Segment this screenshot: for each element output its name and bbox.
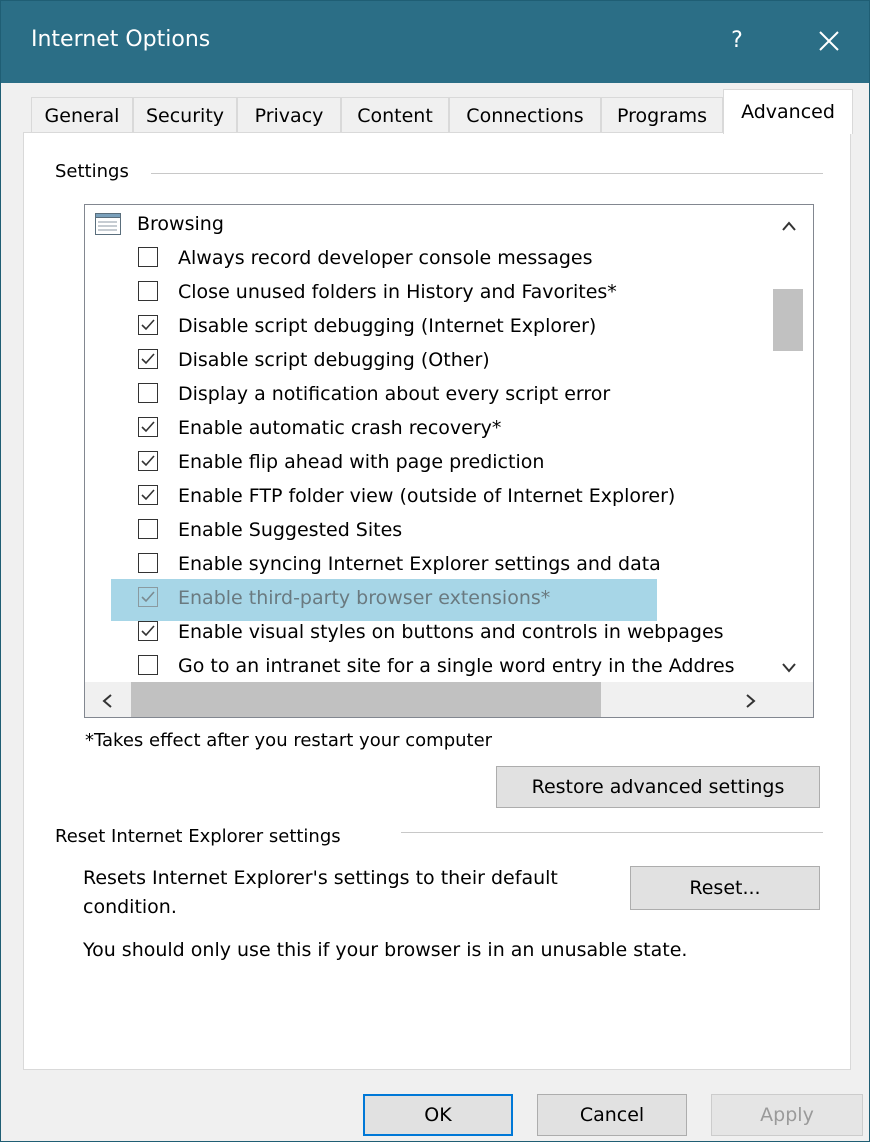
vertical-scroll-thumb[interactable]: [773, 289, 803, 351]
setting-checkbox[interactable]: [138, 315, 158, 335]
reset-group-label: Reset Internet Explorer settings: [55, 826, 351, 847]
settings-group-label: Settings: [55, 161, 139, 182]
tab-privacy[interactable]: Privacy: [237, 97, 341, 133]
internet-options-dialog: Internet Options ? General Security Priv…: [0, 0, 870, 1142]
setting-checkbox[interactable]: [138, 587, 158, 607]
close-icon: [819, 31, 839, 51]
setting-label: Go to an intranet site for a single word…: [178, 655, 735, 677]
scroll-up-arrow[interactable]: [777, 215, 801, 236]
horizontal-scroll-thumb[interactable]: [131, 682, 601, 717]
setting-label: Always record developer console messages: [178, 247, 593, 269]
setting-label: Enable syncing Internet Explorer setting…: [178, 553, 661, 575]
chevron-up-icon: [782, 221, 796, 231]
reset-warning: You should only use this if your browser…: [83, 939, 688, 961]
setting-label: Enable automatic crash recovery*: [178, 417, 502, 439]
setting-label: Enable flip ahead with page prediction: [178, 451, 545, 473]
chevron-right-icon: [746, 694, 756, 708]
setting-label: Enable FTP folder view (outside of Inter…: [178, 485, 676, 507]
setting-checkbox[interactable]: [138, 349, 158, 369]
setting-label: Enable third-party browser extensions*: [178, 587, 551, 609]
setting-checkbox[interactable]: [138, 553, 158, 573]
horizontal-scrollbar[interactable]: [85, 682, 813, 717]
setting-label: Enable Suggested Sites: [178, 519, 403, 541]
restart-note: *Takes effect after you restart your com…: [85, 730, 493, 751]
checkmark-icon: [141, 421, 155, 433]
settings-tree[interactable]: Browsing Always record developer console…: [84, 204, 814, 718]
setting-checkbox[interactable]: [138, 621, 158, 641]
cancel-button[interactable]: Cancel: [537, 1094, 687, 1136]
tab-programs[interactable]: Programs: [601, 97, 723, 133]
setting-label: Disable script debugging (Other): [178, 349, 490, 371]
setting-label: Close unused folders in History and Favo…: [178, 281, 617, 303]
setting-label: Disable script debugging (Internet Explo…: [178, 315, 597, 337]
scroll-left-arrow[interactable]: [97, 692, 117, 713]
tree-root-label: Browsing: [137, 213, 224, 235]
setting-checkbox[interactable]: [138, 247, 158, 267]
setting-checkbox[interactable]: [138, 655, 158, 675]
setting-label: Display a notification about every scrip…: [178, 383, 611, 405]
tab-advanced[interactable]: Advanced: [723, 89, 853, 134]
reset-button[interactable]: Reset...: [630, 866, 820, 910]
checkmark-icon: [141, 489, 155, 501]
setting-checkbox[interactable]: [138, 281, 158, 301]
setting-checkbox[interactable]: [138, 451, 158, 471]
checkmark-icon: [141, 353, 155, 365]
tab-security[interactable]: Security: [133, 97, 237, 133]
vertical-scrollbar[interactable]: [767, 205, 813, 682]
setting-checkbox[interactable]: [138, 417, 158, 437]
help-button[interactable]: ?: [717, 17, 757, 65]
title-bar: Internet Options ?: [1, 1, 869, 83]
tab-content[interactable]: Content: [341, 97, 449, 133]
tab-connections[interactable]: Connections: [449, 97, 601, 133]
reset-description-line2: condition.: [83, 896, 177, 918]
tab-strip: General Security Privacy Content Connect…: [1, 83, 869, 134]
settings-page-icon: [95, 213, 121, 235]
setting-label: Enable visual styles on buttons and cont…: [178, 621, 724, 643]
chevron-left-icon: [102, 694, 112, 708]
checkmark-icon: [141, 625, 155, 637]
scroll-down-arrow[interactable]: [777, 657, 801, 678]
chevron-down-icon: [782, 663, 796, 673]
checkmark-icon: [141, 455, 155, 467]
apply-button[interactable]: Apply: [711, 1094, 863, 1136]
setting-checkbox[interactable]: [138, 383, 158, 403]
tab-general[interactable]: General: [31, 97, 133, 133]
setting-checkbox[interactable]: [138, 485, 158, 505]
restore-advanced-settings-button[interactable]: Restore advanced settings: [496, 766, 820, 808]
ok-button[interactable]: OK: [363, 1094, 513, 1136]
setting-checkbox[interactable]: [138, 519, 158, 539]
settings-group-line: [151, 173, 823, 174]
window-title: Internet Options: [31, 27, 211, 52]
close-button[interactable]: [801, 17, 857, 65]
checkmark-icon: [141, 319, 155, 331]
checkmark-icon: [141, 591, 155, 603]
scroll-right-arrow[interactable]: [741, 692, 761, 713]
reset-description-line1: Resets Internet Explorer's settings to t…: [83, 867, 558, 889]
reset-group-line: [401, 832, 823, 833]
